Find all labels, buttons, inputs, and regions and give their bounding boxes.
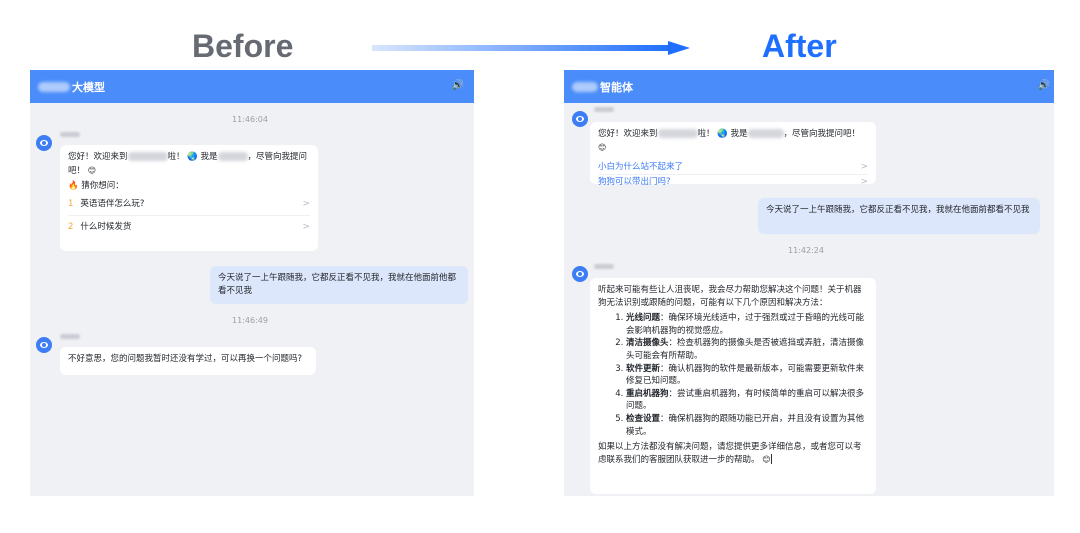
bot-name-blur [594,107,614,112]
smile-icon: 😊 [598,143,607,152]
after-heading: After [762,28,837,64]
suggestion-number: 2 [68,221,74,232]
blurred-app-name [38,81,70,92]
bot-reply-bubble: 不好意思，您的问题我暂时还没有学过，可以再换一个问题吗? [60,347,316,375]
guess-label: 猜你想问： [81,181,124,191]
chevron-right-icon: > [860,176,868,187]
solution-item: 清洁摄像头：检查机器狗的摄像头是否被遮挡或弄脏，清洁摄像头可能会有所帮助。 [626,337,868,362]
suggestion-item[interactable]: 1 英语语伴怎么玩? > [68,193,310,215]
suggestion-link[interactable]: 小白为什么站不起来了 > [598,160,868,174]
after-title: 智能体 [600,80,633,94]
suggestion-link-text: 狗狗可以带出门吗? [598,176,671,187]
solution-item: 光线问题：确保环境光线适中，过于强烈或过于昏暗的光线可能会影响机器狗的视觉感应。 [626,312,868,337]
suggestion-item[interactable]: 2 什么时候发货 > [68,215,310,238]
bot-avatar [572,111,588,127]
smile-icon: 😊 [87,166,97,175]
timestamp: 11:42:24 [788,246,824,255]
suggestion-link[interactable]: 狗狗可以带出门吗? > [598,174,868,189]
answer-intro: 听起来可能有些让人沮丧呢，我会尽力帮助您解决这个问题！关于机器狗无法识别或跟随的… [598,285,862,308]
solution-title: 重启机器狗 [626,388,669,399]
suggestion-text: 英语语伴怎么玩? [80,198,145,209]
greeting-text-b: 啦！ [167,152,185,162]
speaker-icon[interactable]: 🔊 [1038,80,1050,91]
text-cursor [770,454,772,465]
greeting-text-d: ，尽管向我提问吧！ [783,129,861,139]
solution-title: 光线问题 [626,313,661,324]
greeting-text-a: 您好！欢迎来到 [598,129,658,139]
greeting-text-c: 我是 [200,152,218,162]
user-message-bubble: 今天说了一上午跟随我，它都反正看不见我，我就在他面前都看不见我 [758,198,1040,234]
flame-icon: 🔥 [68,181,79,191]
chevron-right-icon: > [860,161,868,172]
speaker-icon[interactable]: 🔊 [452,80,464,91]
solution-item: 重启机器狗：尝试重启机器狗，有时候简单的重启可以解决很多问题。 [626,388,868,413]
user-message-text: 今天说了一上午跟随我，它都反正看不见我，我就在他面前他都看不见我 [218,273,457,296]
greeting-bubble: 您好！欢迎来到 啦！ 🌏 我是 ，尽管向我提问吧！ 😊 小白为什么站不起来了 > 狗… [590,122,876,187]
greeting-text-b: 啦！ [697,129,715,139]
solution-title: 检查设置 [626,413,661,424]
before-title: 大模型 [72,80,105,94]
smile-icon: 😊 [762,454,771,464]
globe-icon: 🌏 [717,129,728,139]
blurred-app-name [572,81,598,92]
after-title-bar: 智能体 🔊 [564,70,1054,103]
bot-reply-text: 不好意思，您的问题我暂时还没有学过，可以再换一个问题吗? [68,354,303,364]
solution-text: ：确保机器狗的跟随功能已开启，并且没有设置为其他模式。 [626,413,865,437]
solution-text: ：确保环境光线适中，过于强烈或过于昏暗的光线可能会影响机器狗的视觉感应。 [626,313,865,336]
solution-title: 软件更新 [626,363,661,374]
before-heading: Before [192,28,294,64]
answer-outro: 如果以上方法都没有解决问题，请您提供更多详细信息，或者您可以考虑联系我们的客服团… [598,442,862,465]
timestamp: 11:46:49 [232,316,268,325]
blurred-brand [657,129,698,138]
suggestion-text: 什么时候发货 [80,221,132,232]
transition-arrow-icon [372,41,690,55]
chevron-right-icon: > [302,221,310,232]
bot-avatar [572,266,588,282]
solution-text: ：确认机器狗的软件是最新版本，可能需要更新软件来修复已知问题。 [626,363,865,387]
bot-name-blur [60,132,80,137]
blurred-bot-name [217,152,248,161]
bot-avatar [36,337,52,353]
suggestion-number: 1 [68,198,74,209]
bot-avatar [36,135,52,151]
greeting-bubble: 您好！欢迎来到 啦！ 🌏 我是 ，尽管向我提问吧！ 😊 🔥 猜你想问： 1 英语语伴怎… [60,145,318,251]
user-message-text: 今天说了一上午跟随我，它都反正看不见我，我就在他面前都看不见我 [766,205,1030,215]
blurred-bot-name [747,129,784,138]
bot-answer-bubble: 听起来可能有些让人沮丧呢，我会尽力帮助您解决这个问题！关于机器狗无法识别或跟随的… [590,278,876,494]
before-title-bar: 大模型 🔊 [30,70,474,103]
greeting-text-a: 您好！欢迎来到 [68,152,128,162]
suggestion-link-text: 小白为什么站不起来了 [598,161,684,172]
timestamp: 11:46:04 [232,115,268,124]
greeting-text-c: 我是 [730,129,748,139]
globe-icon: 🌏 [187,152,198,162]
chevron-right-icon: > [302,198,310,209]
user-message-bubble: 今天说了一上午跟随我，它都反正看不见我，我就在他面前他都看不见我 [210,266,468,304]
bot-name-blur [60,334,80,339]
blurred-brand [127,152,168,161]
solution-list: 光线问题：确保环境光线适中，过于强烈或过于昏暗的光线可能会影响机器狗的视觉感应。… [598,312,868,438]
after-chat-window: 智能体 🔊 您好！欢迎来到 啦！ 🌏 我是 ，尽管向我提问吧！ 😊 小白为什么站不起… [564,70,1054,496]
solution-item: 检查设置：确保机器狗的跟随功能已开启，并且没有设置为其他模式。 [626,413,868,438]
bot-name-blur [594,264,614,269]
solution-item: 软件更新：确认机器狗的软件是最新版本，可能需要更新软件来修复已知问题。 [626,363,868,388]
solution-title: 清洁摄像头 [626,338,669,349]
before-chat-window: 大模型 🔊 11:46:04 您好！欢迎来到 啦！ 🌏 我是 ，尽管向我提问吧！ 😊… [30,70,474,496]
